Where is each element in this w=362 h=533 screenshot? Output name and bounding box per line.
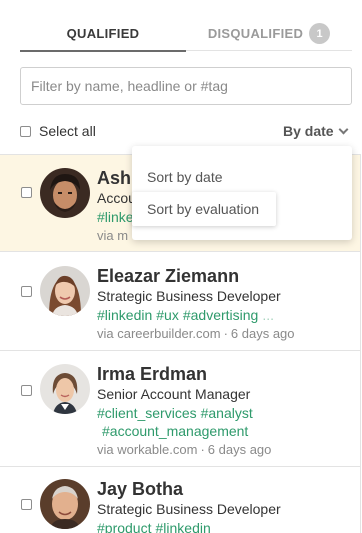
tag[interactable]: #linkedin xyxy=(155,520,210,533)
tab-qualified-label: QUALIFIED xyxy=(66,25,140,41)
source-name: careerbuilder.com xyxy=(117,326,221,341)
via-prefix: via xyxy=(97,442,118,457)
tag[interactable]: #linkedin xyxy=(97,307,152,323)
filter-input[interactable] xyxy=(20,67,352,105)
avatar xyxy=(40,364,90,414)
candidate-name[interactable]: Jay Botha xyxy=(97,479,352,500)
candidate-title: Strategic Business Developer xyxy=(97,501,281,517)
separator-dot: · xyxy=(200,442,205,457)
candidate-checkbox[interactable] xyxy=(21,187,32,198)
separator-dot: · xyxy=(223,326,228,341)
source-name: m xyxy=(117,228,129,243)
tab-disqualified-label: DISQUALIFIED xyxy=(207,26,304,41)
candidate-title: Strategic Business Developer xyxy=(97,288,281,304)
select-all[interactable]: Select all xyxy=(20,123,96,139)
candidate-checkbox[interactable] xyxy=(21,385,32,396)
tag[interactable]: #analyst xyxy=(201,405,253,421)
via-prefix: via xyxy=(97,326,118,341)
candidate-row[interactable]: Irma Erdman Senior Account Manager #clie… xyxy=(0,350,361,466)
sort-option-date[interactable]: Sort by date xyxy=(147,169,223,185)
avatar xyxy=(40,266,90,316)
sort-option-evaluation[interactable]: Sort by evaluation xyxy=(132,192,276,226)
candidate-tags: #linkedin #ux #advertising... xyxy=(97,306,352,324)
sort-dropdown-toggle[interactable]: By date xyxy=(283,123,349,139)
candidate-checkbox[interactable] xyxy=(21,499,32,510)
candidate-title: Senior Account Manager xyxy=(97,386,251,402)
candidate-time: 6 days ago xyxy=(230,326,295,341)
sort-menu: Sort by date Sort by evaluation xyxy=(132,146,352,240)
candidate-info: Eleazar Ziemann Strategic Business Devel… xyxy=(97,266,352,343)
tab-qualified[interactable]: QUALIFIED xyxy=(20,16,186,52)
tab-bar: QUALIFIED DISQUALIFIED 1 xyxy=(20,16,352,52)
candidate-tags-line2: #account_management xyxy=(97,422,352,440)
avatar xyxy=(40,168,90,218)
candidate-info: Irma Erdman Senior Account Manager #clie… xyxy=(97,364,352,459)
tag[interactable]: #linke xyxy=(97,209,134,225)
candidate-tags: #client_services #analyst xyxy=(97,404,352,422)
candidate-name[interactable]: Irma Erdman xyxy=(97,364,352,385)
tag[interactable]: #product xyxy=(97,520,151,533)
tag[interactable]: #account_management xyxy=(102,423,248,439)
candidate-source: via workable.com · 6 days ago xyxy=(97,440,352,459)
candidate-tags: #product #linkedin xyxy=(97,519,352,533)
tag[interactable]: #advertising xyxy=(183,307,259,323)
tag[interactable]: #ux xyxy=(156,307,179,323)
candidate-row[interactable]: Jay Botha Strategic Business Developer #… xyxy=(0,466,361,533)
candidate-info: Jay Botha Strategic Business Developer #… xyxy=(97,479,352,533)
candidate-time: 6 days ago xyxy=(207,442,272,457)
candidate-name[interactable]: Eleazar Ziemann xyxy=(97,266,352,287)
disqualified-count-badge: 1 xyxy=(309,23,331,44)
candidate-source: via careerbuilder.com · 6 days ago xyxy=(97,324,352,343)
sort-current-label: By date xyxy=(283,123,334,139)
tags-more-ellipsis: ... xyxy=(262,307,275,323)
chevron-down-icon xyxy=(338,124,349,134)
avatar xyxy=(40,479,90,529)
select-all-label: Select all xyxy=(39,123,96,139)
candidate-row[interactable]: Eleazar Ziemann Strategic Business Devel… xyxy=(0,251,361,350)
select-all-checkbox[interactable] xyxy=(20,125,31,137)
candidate-checkbox[interactable] xyxy=(21,286,32,297)
via-prefix: via xyxy=(97,228,118,243)
tag[interactable]: #client_services xyxy=(97,405,197,421)
source-name: workable.com xyxy=(117,442,198,457)
tab-disqualified[interactable]: DISQUALIFIED 1 xyxy=(186,16,352,51)
